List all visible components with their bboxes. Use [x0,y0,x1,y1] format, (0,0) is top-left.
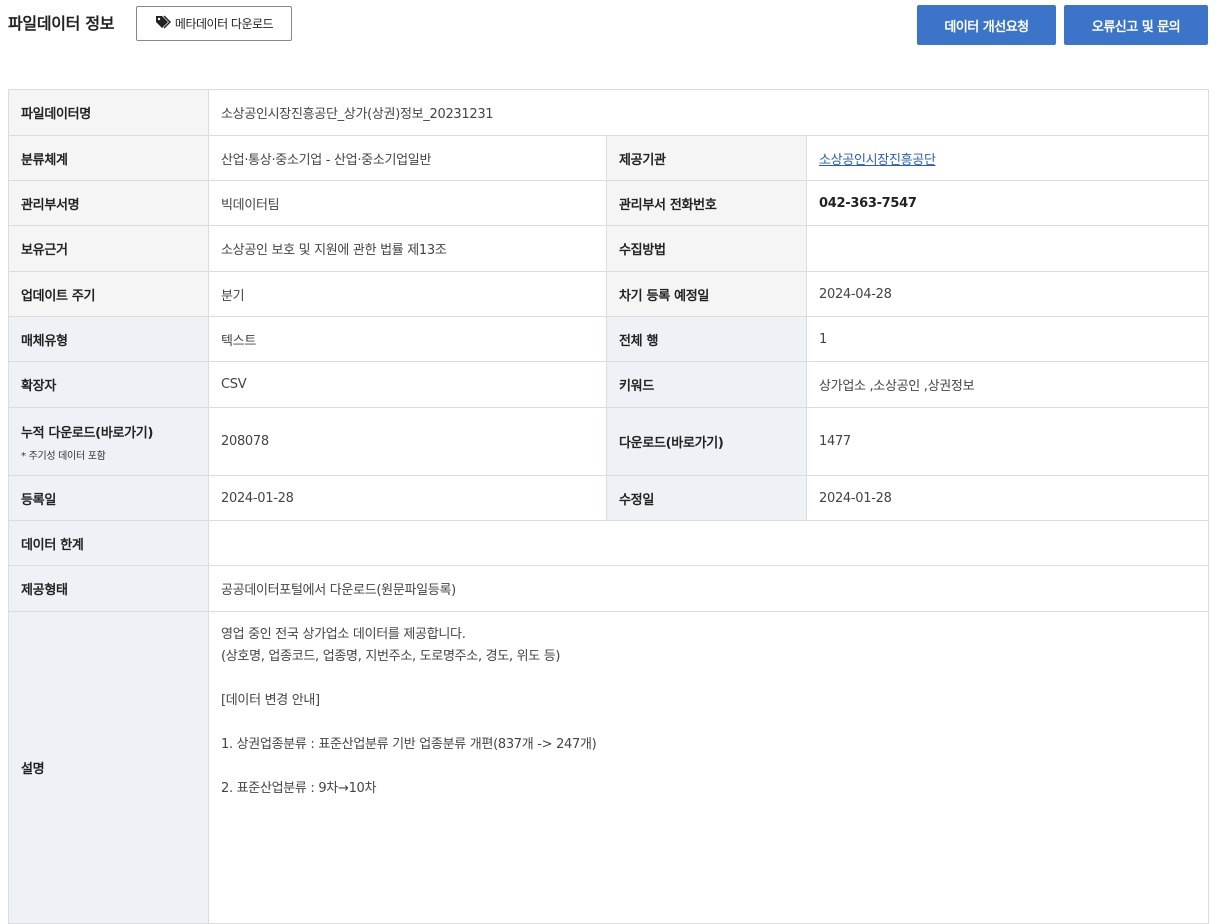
provider-cell: 소상공인시장진흥공단 [806,135,1209,181]
improve-request-button[interactable]: 데이터 개선요청 [917,5,1056,45]
table-row: 관리부서명 빅데이터팀 관리부서 전화번호 042-363-7547 [8,180,1209,226]
metadata-download-button[interactable]: 메타데이터 다운로드 [136,6,292,41]
dept-phone-label: 관리부서 전화번호 [606,180,807,226]
reg-date-label: 등록일 [8,475,209,521]
table-row: 파일데이터명 소상공인시장진흥공단_상가(상권)정보_20231231 [8,89,1209,136]
dept-label: 관리부서명 [8,180,209,226]
basis-value: 소상공인 보호 및 지원에 관한 법률 제13조 [208,225,607,272]
description-line [221,668,1196,690]
tag-icon [155,15,171,32]
dept-phone-value: 042-363-7547 [806,180,1209,226]
table-row: 등록일 2024-01-28 수정일 2024-01-28 [8,475,1209,521]
reg-date-value: 2024-01-28 [208,475,607,521]
metadata-download-label: 메타데이터 다운로드 [174,17,274,31]
table-row: 매체유형 텍스트 전체 행 1 [8,316,1209,362]
collection-value [806,225,1209,272]
media-type-value: 텍스트 [208,316,607,362]
description-line [221,712,1196,734]
extension-value: CSV [208,361,607,408]
limit-value [208,520,1209,566]
error-report-button[interactable]: 오류신고 및 문의 [1064,5,1208,45]
category-label: 분류체계 [8,135,209,181]
next-reg-label: 차기 등록 예정일 [606,271,807,317]
dept-value: 빅데이터팀 [208,180,607,226]
keywords-label: 키워드 [606,361,807,408]
description-value: 영업 중인 전국 상가업소 데이터를 제공합니다. (상호명, 업종코드, 업종… [208,611,1209,924]
mod-date-label: 수정일 [606,475,807,521]
cum-download-label-cell: 누적 다운로드(바로가기) * 주기성 데이터 포함 [8,407,209,476]
update-cycle-label: 업데이트 주기 [8,271,209,317]
collection-label: 수집방법 [606,225,807,272]
table-row: 데이터 한계 [8,520,1209,566]
description-line: [데이터 변경 안내] [221,693,320,708]
description-line: 1. 상권업종분류 : 표준산업분류 기반 업종분류 개편(837개 -> 24… [221,737,597,752]
mod-date-value: 2024-01-28 [806,475,1209,521]
description-line: 영업 중인 전국 상가업소 데이터를 제공합니다. [221,627,466,642]
provide-type-label: 제공형태 [8,565,209,612]
media-type-label: 매체유형 [8,316,209,362]
update-cycle-value: 분기 [208,271,607,317]
description-line: (상호명, 업종코드, 업종명, 지번주소, 도로명주소, 경도, 위도 등) [221,649,561,664]
extension-label: 확장자 [8,361,209,408]
provider-label: 제공기관 [606,135,807,181]
header: 파일데이터 정보 메타데이터 다운로드 데이터 개선요청 오류신고 및 문의 [0,0,1226,60]
basis-label: 보유근거 [8,225,209,272]
provide-type-value: 공공데이터포털에서 다운로드(원문파일등록) [208,565,1209,612]
provider-link[interactable]: 소상공인시장진흥공단 [819,153,936,168]
table-row: 업데이트 주기 분기 차기 등록 예정일 2024-04-28 [8,271,1209,317]
limit-label: 데이터 한계 [8,520,209,566]
category-value: 산업·통상·중소기업 - 산업·중소기업일반 [208,135,607,181]
table-row: 설명 영업 중인 전국 상가업소 데이터를 제공합니다. (상호명, 업종코드,… [8,611,1209,924]
table-row: 보유근거 소상공인 보호 및 지원에 관한 법률 제13조 수집방법 [8,225,1209,272]
page-title: 파일데이터 정보 [8,14,115,33]
table-row: 누적 다운로드(바로가기) * 주기성 데이터 포함 208078 다운로드(바… [8,407,1209,476]
cum-download-label[interactable]: 누적 다운로드(바로가기) [21,426,153,441]
table-row: 분류체계 산업·통상·중소기업 - 산업·중소기업일반 제공기관 소상공인시장진… [8,135,1209,181]
description-label: 설명 [8,611,209,924]
next-reg-value: 2024-04-28 [806,271,1209,317]
file-name-label: 파일데이터명 [8,89,209,136]
description-line: 2. 표준산업분류 : 9차→10차 [221,781,377,796]
file-info-table: 파일데이터명 소상공인시장진흥공단_상가(상권)정보_20231231 분류체계… [8,89,1209,924]
cum-download-note: * 주기성 데이터 포함 [21,450,106,462]
total-rows-label: 전체 행 [606,316,807,362]
cum-download-value: 208078 [208,407,607,476]
keywords-value: 상가업소 ,소상공인 ,상권정보 [806,361,1209,408]
description-line [221,756,1196,778]
download-value: 1477 [806,407,1209,476]
download-label[interactable]: 다운로드(바로가기) [606,407,807,476]
table-row: 확장자 CSV 키워드 상가업소 ,소상공인 ,상권정보 [8,361,1209,408]
table-row: 제공형태 공공데이터포털에서 다운로드(원문파일등록) [8,565,1209,612]
file-name-value: 소상공인시장진흥공단_상가(상권)정보_20231231 [208,89,1209,136]
total-rows-value: 1 [806,316,1209,362]
